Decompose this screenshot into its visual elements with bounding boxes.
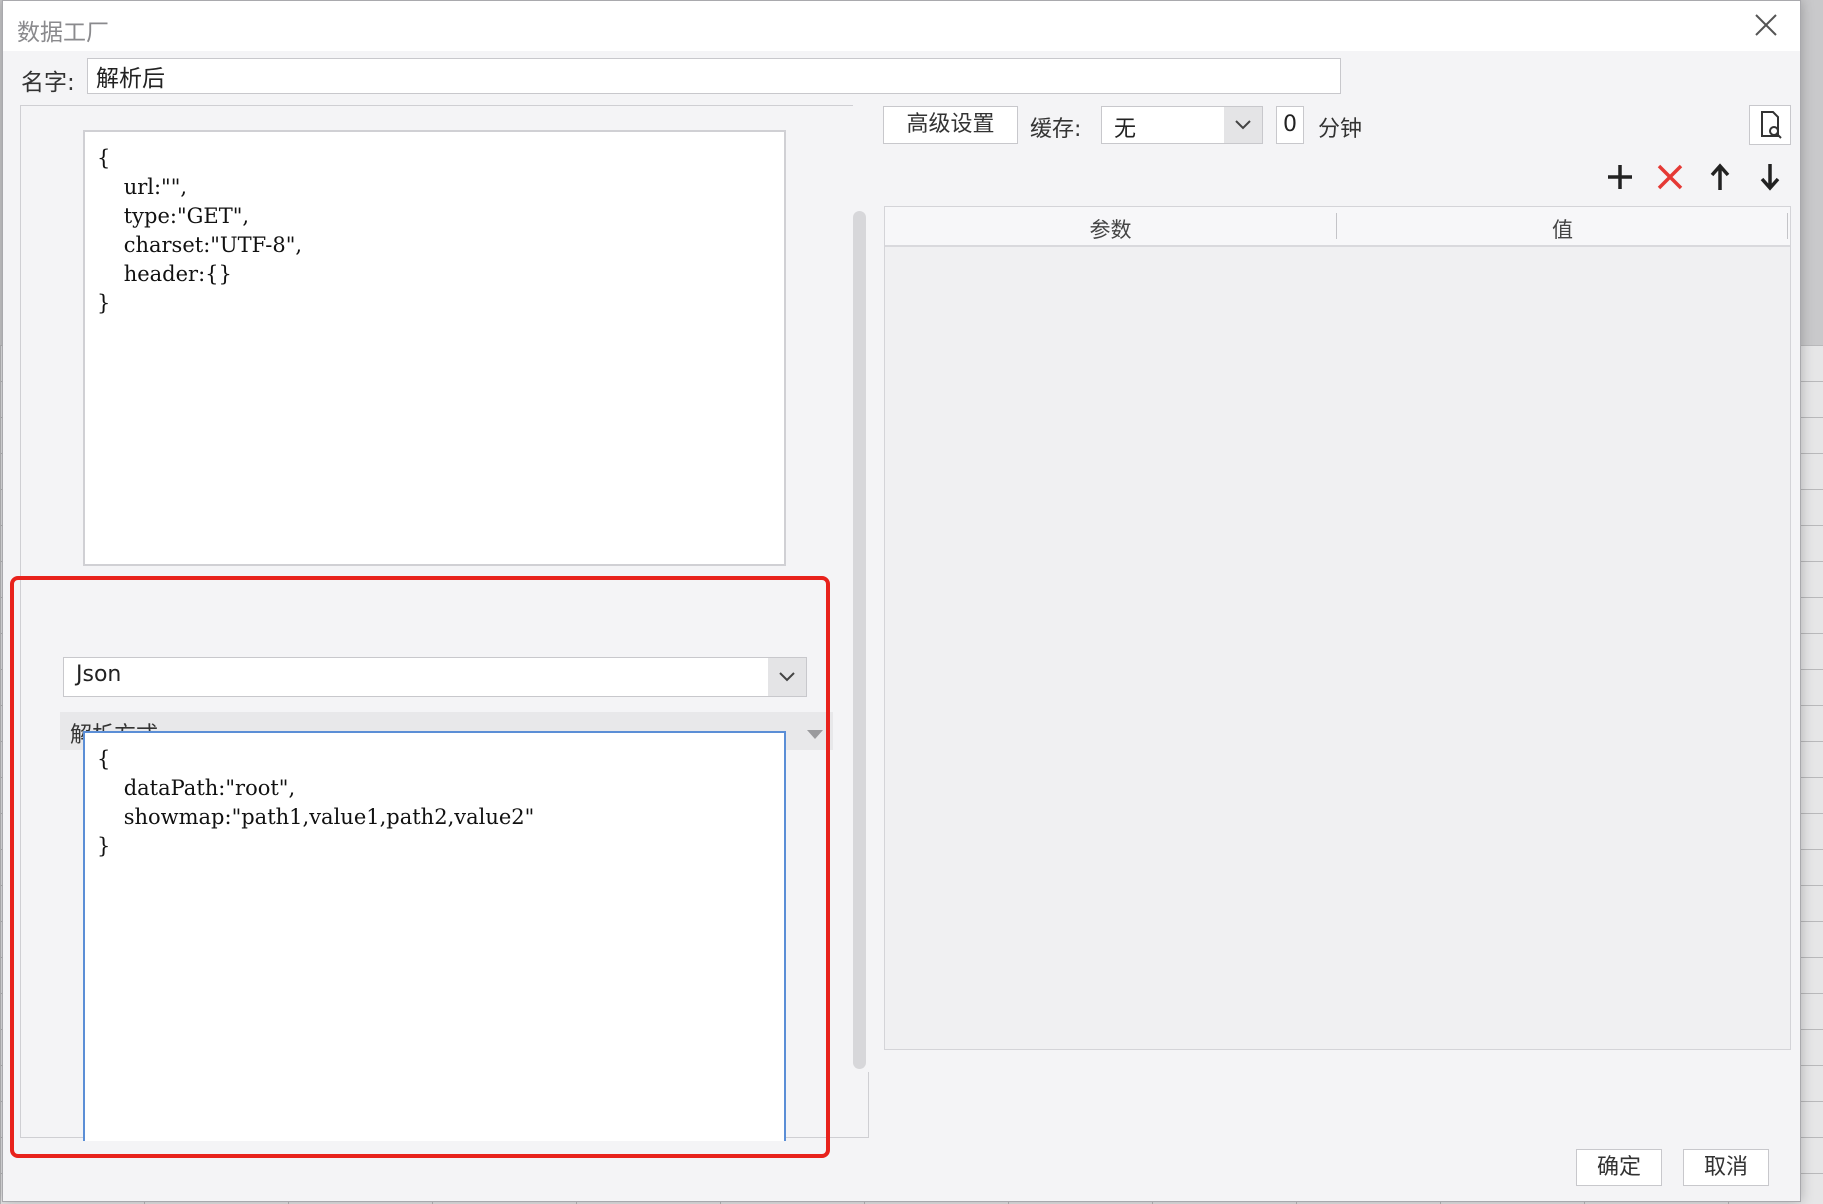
collapse-arrow-icon[interactable] xyxy=(807,730,823,739)
cancel-button[interactable]: 取消 xyxy=(1683,1149,1769,1186)
column-header-value[interactable]: 值 xyxy=(1337,214,1788,244)
name-label: 名字: xyxy=(21,70,75,96)
chevron-down-icon[interactable] xyxy=(1224,107,1262,143)
left-scrollbar-thumb[interactable] xyxy=(853,211,866,1069)
ok-button[interactable]: 确定 xyxy=(1576,1149,1662,1186)
column-header-param[interactable]: 参数 xyxy=(885,214,1336,244)
preview-icon[interactable] xyxy=(1749,105,1791,145)
move-up-icon[interactable] xyxy=(1704,161,1736,193)
chevron-down-icon[interactable] xyxy=(768,658,806,696)
cache-label: 缓存: xyxy=(1030,117,1082,142)
add-icon[interactable] xyxy=(1604,161,1636,193)
parse-mode-select[interactable]: Json xyxy=(63,657,807,697)
advanced-settings-button[interactable]: 高级设置 xyxy=(883,106,1018,144)
parse-mode-value: Json xyxy=(76,662,122,687)
name-input[interactable] xyxy=(87,58,1341,94)
window-title: 数据工厂 xyxy=(17,20,109,46)
column-divider[interactable] xyxy=(1787,213,1788,239)
params-table-header: 参数 值 xyxy=(885,207,1790,247)
minutes-label: 分钟 xyxy=(1318,117,1363,142)
params-table[interactable]: 参数 值 xyxy=(884,206,1791,1050)
cache-select[interactable]: 无 xyxy=(1101,106,1263,144)
data-factory-dialog: 数据工厂 名字: { url:"", type:"GET", charset:"… xyxy=(2,0,1801,1202)
title-bar: 数据工厂 xyxy=(3,1,1800,51)
cache-value: 无 xyxy=(1114,117,1137,142)
left-panel: { url:"", type:"GET", charset:"UTF-8", h… xyxy=(20,105,869,1141)
parse-config-editor[interactable]: { dataPath:"root", showmap:"path1,value1… xyxy=(83,731,786,1141)
request-config-editor[interactable]: { url:"", type:"GET", charset:"UTF-8", h… xyxy=(83,130,786,566)
close-icon[interactable] xyxy=(1752,11,1780,39)
cache-minutes-input[interactable]: 0 xyxy=(1276,106,1304,144)
delete-icon[interactable] xyxy=(1654,161,1686,193)
move-down-icon[interactable] xyxy=(1754,161,1786,193)
